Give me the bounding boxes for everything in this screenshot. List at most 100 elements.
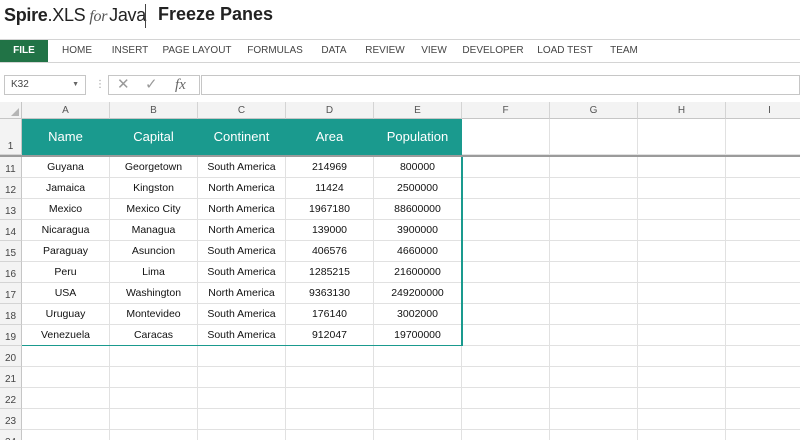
grid-cell[interactable] xyxy=(726,304,800,325)
table-cell[interactable]: Nicaragua xyxy=(22,220,110,241)
ribbon-tab-developer[interactable]: DEVELOPER xyxy=(460,40,526,62)
grid-cell[interactable] xyxy=(462,178,550,199)
table-cell[interactable]: Washington xyxy=(110,283,198,304)
grid-cell[interactable] xyxy=(374,430,462,440)
column-header-f[interactable]: F xyxy=(462,102,550,119)
grid-cell[interactable] xyxy=(638,346,726,367)
formula-bar-grip[interactable]: ⋮ xyxy=(95,75,105,95)
grid-cell[interactable] xyxy=(22,388,110,409)
table-cell[interactable]: 88600000 xyxy=(374,199,462,220)
table-cell[interactable]: 11424 xyxy=(286,178,374,199)
grid-cell[interactable] xyxy=(726,283,800,304)
column-header-h[interactable]: H xyxy=(638,102,726,119)
grid-cell[interactable] xyxy=(462,388,550,409)
row-header-19[interactable]: 19 xyxy=(0,325,22,346)
grid-cell[interactable] xyxy=(374,409,462,430)
ribbon-tab-data[interactable]: DATA xyxy=(313,40,355,62)
row-header-1[interactable]: 1 xyxy=(0,119,22,155)
grid-cell[interactable] xyxy=(726,220,800,241)
table-cell[interactable]: Peru xyxy=(22,262,110,283)
table-cell[interactable]: 3900000 xyxy=(374,220,462,241)
table-cell[interactable]: 9363130 xyxy=(286,283,374,304)
table-cell[interactable]: Kingston xyxy=(110,178,198,199)
grid-cell[interactable] xyxy=(374,367,462,388)
table-cell[interactable]: Mexico xyxy=(22,199,110,220)
table-cell[interactable]: Lima xyxy=(110,262,198,283)
table-cell[interactable]: 406576 xyxy=(286,241,374,262)
grid-cell[interactable] xyxy=(462,220,550,241)
ribbon-tab-home[interactable]: HOME xyxy=(52,40,102,62)
row-header-20[interactable]: 20 xyxy=(0,346,22,367)
grid-cell[interactable] xyxy=(638,157,726,178)
grid-cell[interactable] xyxy=(726,157,800,178)
grid-cell[interactable] xyxy=(462,409,550,430)
table-cell[interactable]: 139000 xyxy=(286,220,374,241)
grid-cell[interactable] xyxy=(462,199,550,220)
formula-input[interactable] xyxy=(201,75,800,95)
grid-cell[interactable] xyxy=(638,241,726,262)
grid-cell[interactable] xyxy=(462,241,550,262)
grid-cell[interactable] xyxy=(22,367,110,388)
grid-cell[interactable] xyxy=(726,241,800,262)
grid-cell[interactable] xyxy=(110,367,198,388)
grid-cell[interactable] xyxy=(638,409,726,430)
grid-cell[interactable] xyxy=(286,388,374,409)
table-cell[interactable]: 912047 xyxy=(286,325,374,346)
grid-cell[interactable] xyxy=(638,178,726,199)
grid-cell[interactable] xyxy=(638,430,726,440)
grid-cell[interactable] xyxy=(726,325,800,346)
ribbon-tab-insert[interactable]: INSERT xyxy=(106,40,154,62)
grid-cell[interactable] xyxy=(550,388,638,409)
grid-cell[interactable] xyxy=(726,367,800,388)
grid-cell[interactable] xyxy=(726,119,800,155)
table-cell[interactable]: 2500000 xyxy=(374,178,462,199)
grid-cell[interactable] xyxy=(286,409,374,430)
grid-cell[interactable] xyxy=(726,430,800,440)
grid-cell[interactable] xyxy=(286,367,374,388)
row-header-21[interactable]: 21 xyxy=(0,367,22,388)
column-header-e[interactable]: E xyxy=(374,102,462,119)
table-cell[interactable]: USA xyxy=(22,283,110,304)
grid-cell[interactable] xyxy=(550,220,638,241)
grid-cell[interactable] xyxy=(550,367,638,388)
row-header-22[interactable]: 22 xyxy=(0,388,22,409)
table-cell[interactable]: 214969 xyxy=(286,157,374,178)
grid-cell[interactable] xyxy=(198,409,286,430)
ribbon-tab-formulas[interactable]: FORMULAS xyxy=(241,40,309,62)
table-cell[interactable]: Uruguay xyxy=(22,304,110,325)
grid-cell[interactable] xyxy=(638,388,726,409)
table-cell[interactable]: North America xyxy=(198,178,286,199)
table-cell[interactable]: 19700000 xyxy=(374,325,462,346)
row-header-24[interactable]: 24 xyxy=(0,430,22,440)
table-cell[interactable]: South America xyxy=(198,304,286,325)
grid-cell[interactable] xyxy=(638,283,726,304)
column-header-g[interactable]: G xyxy=(550,102,638,119)
grid-cell[interactable] xyxy=(550,241,638,262)
table-cell[interactable]: Venezuela xyxy=(22,325,110,346)
row-header-16[interactable]: 16 xyxy=(0,262,22,283)
grid-cell[interactable] xyxy=(726,178,800,199)
select-all-corner[interactable] xyxy=(0,102,22,119)
grid-cell[interactable] xyxy=(638,304,726,325)
table-cell[interactable]: Montevideo xyxy=(110,304,198,325)
grid-cell[interactable] xyxy=(550,325,638,346)
ribbon-tab-load-test[interactable]: LOAD TEST xyxy=(532,40,598,62)
ribbon-tab-page-layout[interactable]: PAGE LAYOUT xyxy=(158,40,236,62)
table-cell[interactable]: Paraguay xyxy=(22,241,110,262)
grid-cell[interactable] xyxy=(462,346,550,367)
grid-cell[interactable] xyxy=(110,409,198,430)
grid-cell[interactable] xyxy=(638,220,726,241)
table-cell[interactable]: North America xyxy=(198,283,286,304)
grid-cell[interactable] xyxy=(638,119,726,155)
row-header-17[interactable]: 17 xyxy=(0,283,22,304)
row-header-15[interactable]: 15 xyxy=(0,241,22,262)
grid-cell[interactable] xyxy=(550,346,638,367)
table-cell[interactable]: North America xyxy=(198,220,286,241)
grid-cell[interactable] xyxy=(462,283,550,304)
grid-cell[interactable] xyxy=(726,199,800,220)
table-cell[interactable]: South America xyxy=(198,241,286,262)
grid-cell[interactable] xyxy=(110,346,198,367)
table-cell[interactable]: South America xyxy=(198,157,286,178)
grid-cell[interactable] xyxy=(286,430,374,440)
table-cell[interactable]: 176140 xyxy=(286,304,374,325)
